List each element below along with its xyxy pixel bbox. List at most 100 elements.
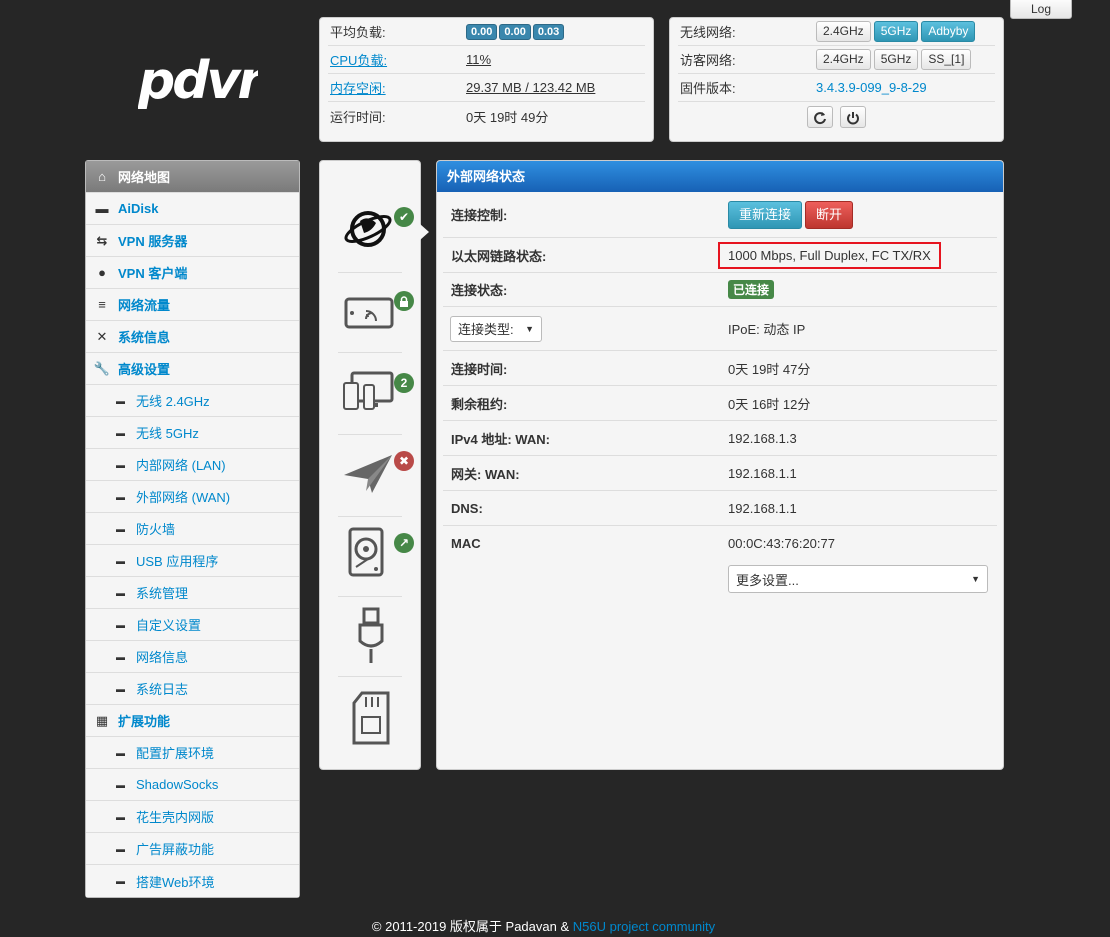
sidebar-item-7[interactable]: ▬ 无线 2.4GHz (86, 385, 299, 417)
sidebar-item-label: 搭建Web环境 (136, 874, 215, 890)
ss-button[interactable]: SS_[1] (921, 49, 972, 70)
sd-card-cell[interactable] (338, 677, 402, 757)
sidebar-item-label: VPN 服务器 (118, 234, 188, 249)
sidebar-item-20[interactable]: ▬ 花生壳内网版 (86, 801, 299, 833)
dns-value: 192.168.1.1 (728, 500, 797, 516)
mac-value: 00:0C:43:76:20:77 (728, 536, 835, 551)
lease-label: 剩余租约: (451, 396, 508, 412)
sidebar-item-16[interactable]: ▬ 系统日志 (86, 673, 299, 705)
padavan-logo: pdvn (137, 51, 274, 111)
usb-error-badge: ✖ (394, 451, 414, 471)
mac-row: MAC 00:0C:43:76:20:77 (443, 526, 997, 561)
reconnect-button[interactable]: 重新连接 (728, 200, 803, 229)
ethernet-link-label: 以太网链路状态: (451, 248, 547, 264)
dash-icon: ▬ (116, 555, 125, 566)
cpu-load-link[interactable]: CPU负载: (328, 50, 466, 69)
sidebar-item-21[interactable]: ▬ 广告屏蔽功能 (86, 833, 299, 865)
paper-plane-icon (344, 455, 392, 493)
tablet-wifi-icon (344, 297, 394, 329)
wireless-5-button[interactable]: 5GHz (873, 21, 919, 42)
conn-type-select-label: 连接类型: (458, 322, 514, 337)
sidebar-item-label: 网络信息 (136, 650, 189, 665)
usb-cell[interactable] (338, 597, 402, 677)
sidebar-item-label: AiDisk (118, 201, 159, 216)
mem-free-link[interactable]: 内存空闲: (328, 78, 466, 97)
wrench-icon: 🔧 (93, 360, 111, 376)
avg-load-label: 平均负载: (330, 25, 386, 40)
wireless-lock-badge (394, 291, 414, 311)
sidebar-item-11[interactable]: ▬ 防火墙 (86, 513, 299, 545)
copyright-text: © 2011-2019 版权属于 Padavan & (371, 919, 573, 934)
sidebar-item-label: 配置扩展环境 (136, 746, 215, 761)
sidebar-item-9[interactable]: ▬ 内部网络 (LAN) (86, 449, 299, 481)
guest-5-button[interactable]: 5GHz (873, 49, 919, 70)
refresh-button[interactable] (806, 106, 833, 128)
usb-3g-cell[interactable]: ✖ (338, 437, 414, 517)
guest-label: 访客网络: (680, 53, 736, 68)
sidebar-item-14[interactable]: ▬ 自定义设置 (86, 609, 299, 641)
sidebar-item-10[interactable]: ▬ 外部网络 (WAN) (86, 481, 299, 513)
sidebar-item-3[interactable]: ● VPN 客户端 (86, 257, 299, 289)
sd-card-icon (352, 691, 390, 745)
community-link[interactable]: N56U project community (573, 919, 715, 934)
sidebar-item-13[interactable]: ▬ 系统管理 (86, 577, 299, 609)
disk-cell[interactable]: ↗ (338, 517, 414, 597)
ipv4-value: 192.168.1.3 (728, 430, 797, 446)
sidebar-item-2[interactable]: ⇆ VPN 服务器 (86, 225, 299, 257)
sidebar-item-22[interactable]: ▬ 搭建Web环境 (86, 865, 299, 897)
wireless-row: 无线网络: 2.4GHz 5GHz Adbyby (678, 18, 995, 46)
power-controls (678, 102, 995, 128)
avg-load-values: 0.00 0.00 0.03 (466, 23, 566, 40)
wireless-cell[interactable] (338, 273, 414, 353)
load-15min-badge: 0.03 (532, 24, 565, 40)
conn-type-select[interactable]: 连接类型: ▼ (450, 315, 542, 342)
sidebar-item-19[interactable]: ▬ ShadowSocks (86, 769, 299, 801)
gateway-value: 192.168.1.1 (728, 465, 797, 481)
guest-24-button[interactable]: 2.4GHz (816, 49, 871, 70)
connected-badge: 已连接 (728, 280, 775, 299)
sidebar-item-label: 网络地图 (118, 170, 171, 185)
wireless-24-button[interactable]: 2.4GHz (816, 21, 871, 42)
sidebar-item-17[interactable]: ▦ 扩展功能 (86, 705, 299, 737)
home-icon: ⌂ (98, 169, 106, 184)
firmware-label: 固件版本: (680, 81, 736, 96)
log-button[interactable]: Log (1010, 0, 1072, 19)
firmware-version-link[interactable]: 3.4.3.9-099_9-8-29 (816, 80, 927, 95)
footer: © 2011-2019 版权属于 Padavan & N56U project … (0, 916, 1087, 935)
power-button[interactable] (840, 106, 867, 128)
sidebar-item-5[interactable]: ✕ 系统信息 (86, 321, 299, 353)
ethernet-link-row: 以太网链路状态: 1000 Mbps, Full Duplex, FC TX/R… (443, 238, 997, 273)
sidebar-menu: ⌂ 网络地图 ▬ AiDisk ⇆ VPN 服务器 ● VPN 客户端 ≡ 网络流量 ✕ 系统信息 🔧 高… (85, 160, 300, 898)
clients-cell[interactable]: 2 (338, 355, 414, 435)
devices-icon (343, 371, 394, 410)
random-icon: ✕ (96, 328, 108, 344)
uptime-row: 运行时间: 0天 19时 49分 (328, 102, 645, 130)
disconnect-button[interactable]: 断开 (805, 200, 854, 229)
hdd-icon: ▬ (95, 201, 109, 216)
sidebar-item-label: 无线 2.4GHz (136, 394, 210, 409)
sidebar-item-12[interactable]: ▬ USB 应用程序 (86, 545, 299, 577)
sidebar-item-18[interactable]: ▬ 配置扩展环境 (86, 737, 299, 769)
sidebar-item-15[interactable]: ▬ 网络信息 (86, 641, 299, 673)
internet-cell[interactable]: ✔ (338, 193, 414, 273)
sidebar-item-8[interactable]: ▬ 无线 5GHz (86, 417, 299, 449)
disk-share-badge: ↗ (394, 533, 414, 553)
adbyby-button[interactable]: Adbyby (921, 21, 976, 42)
sidebar-item-label: USB 应用程序 (136, 554, 219, 569)
sidebar-item-1[interactable]: ▬ AiDisk (86, 193, 299, 225)
sidebar-item-6[interactable]: 🔧 高级设置 (86, 353, 299, 385)
sidebar-item-label: 防火墙 (136, 522, 176, 537)
wireless-label: 无线网络: (680, 25, 736, 40)
system-status-panel: 平均负载: 0.00 0.00 0.03 CPU负载: 11% 内存空闲: 29.3… (319, 17, 654, 142)
dash-icon: ▬ (116, 427, 125, 438)
sidebar-item-0[interactable]: ⌂ 网络地图 (86, 161, 299, 193)
svg-text:pdvn: pdvn (138, 52, 258, 111)
refresh-icon (813, 112, 826, 125)
more-settings-select[interactable]: 更多设置... ▼ (728, 565, 988, 593)
conn-status-label: 连接状态: (451, 283, 508, 298)
firmware-row: 固件版本: 3.4.3.9-099_9-8-29 (678, 74, 995, 102)
sidebar-item-label: 网络流量 (118, 298, 171, 313)
sidebar-item-4[interactable]: ≡ 网络流量 (86, 289, 299, 321)
dash-icon: ▬ (116, 523, 125, 534)
ipv4-label: IPv4 地址: WAN: (451, 431, 550, 447)
